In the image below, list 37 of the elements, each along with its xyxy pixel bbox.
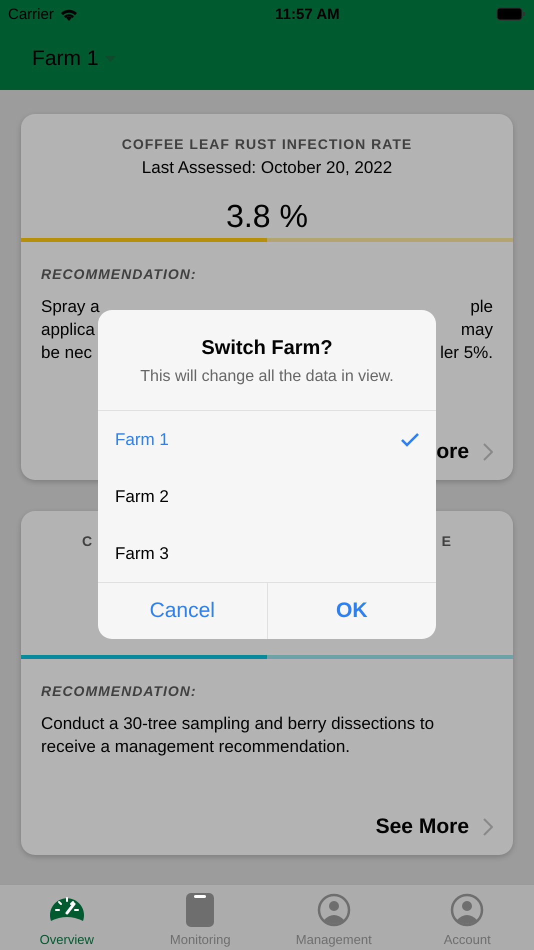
tab[interactable]: Management: [267, 885, 400, 950]
farm-title[interactable]: Farm 1: [32, 47, 99, 71]
infection-rate: 3.8 %: [226, 198, 308, 235]
recommendation-label: RECOMMENDATION:: [41, 266, 198, 282]
clipboard-icon: [185, 891, 216, 927]
carrier-label: Carrier: [8, 6, 54, 22]
tab[interactable]: Monitoring: [134, 885, 267, 950]
see-more-link[interactable]: See More: [376, 815, 469, 839]
dialog-message: This will change all the data in view.: [98, 368, 436, 411]
recommendation-text: Conduct a 30-tree sampling and berry dissections to receive a management recommendation.: [41, 713, 436, 758]
chevron-right-icon: [483, 818, 493, 836]
person-icon: [316, 893, 351, 927]
recommendation-text: Spray a: [41, 296, 100, 318]
dialog-title: Switch Farm?: [200, 337, 334, 360]
recommendation-text: be nec: [41, 342, 92, 364]
card-title: COFFEE LEAF RUST INFECTION RATE: [122, 136, 412, 152]
clock: 11:57 AM: [275, 6, 340, 22]
recommendation-text: may: [460, 319, 493, 341]
farm-option[interactable]: Farm 3: [98, 525, 436, 582]
tab[interactable]: Overview: [0, 885, 134, 950]
ok-button[interactable]: OK: [266, 583, 436, 639]
recommendation-text: applica: [41, 319, 95, 341]
person-icon: [450, 893, 484, 927]
battery-icon: [496, 7, 526, 21]
card-title: C: [82, 533, 94, 549]
recommendation-text: ple: [470, 296, 493, 318]
cancel-button[interactable]: Cancel: [98, 583, 266, 639]
assessed-date: Last Assessed: October 20, 2022: [142, 158, 392, 178]
farm-option[interactable]: Farm 2: [98, 468, 436, 525]
farm-option[interactable]: Farm 1: [98, 411, 436, 468]
tab[interactable]: Account: [400, 885, 534, 950]
chevron-right-icon: [483, 443, 493, 461]
recommendation-text: ler 5%.: [440, 342, 493, 364]
recommendation-label: RECOMMENDATION:: [41, 683, 198, 699]
card-title: E: [442, 533, 452, 549]
see-more-link[interactable]: ore: [436, 440, 469, 464]
checkmark-icon: [401, 432, 419, 446]
